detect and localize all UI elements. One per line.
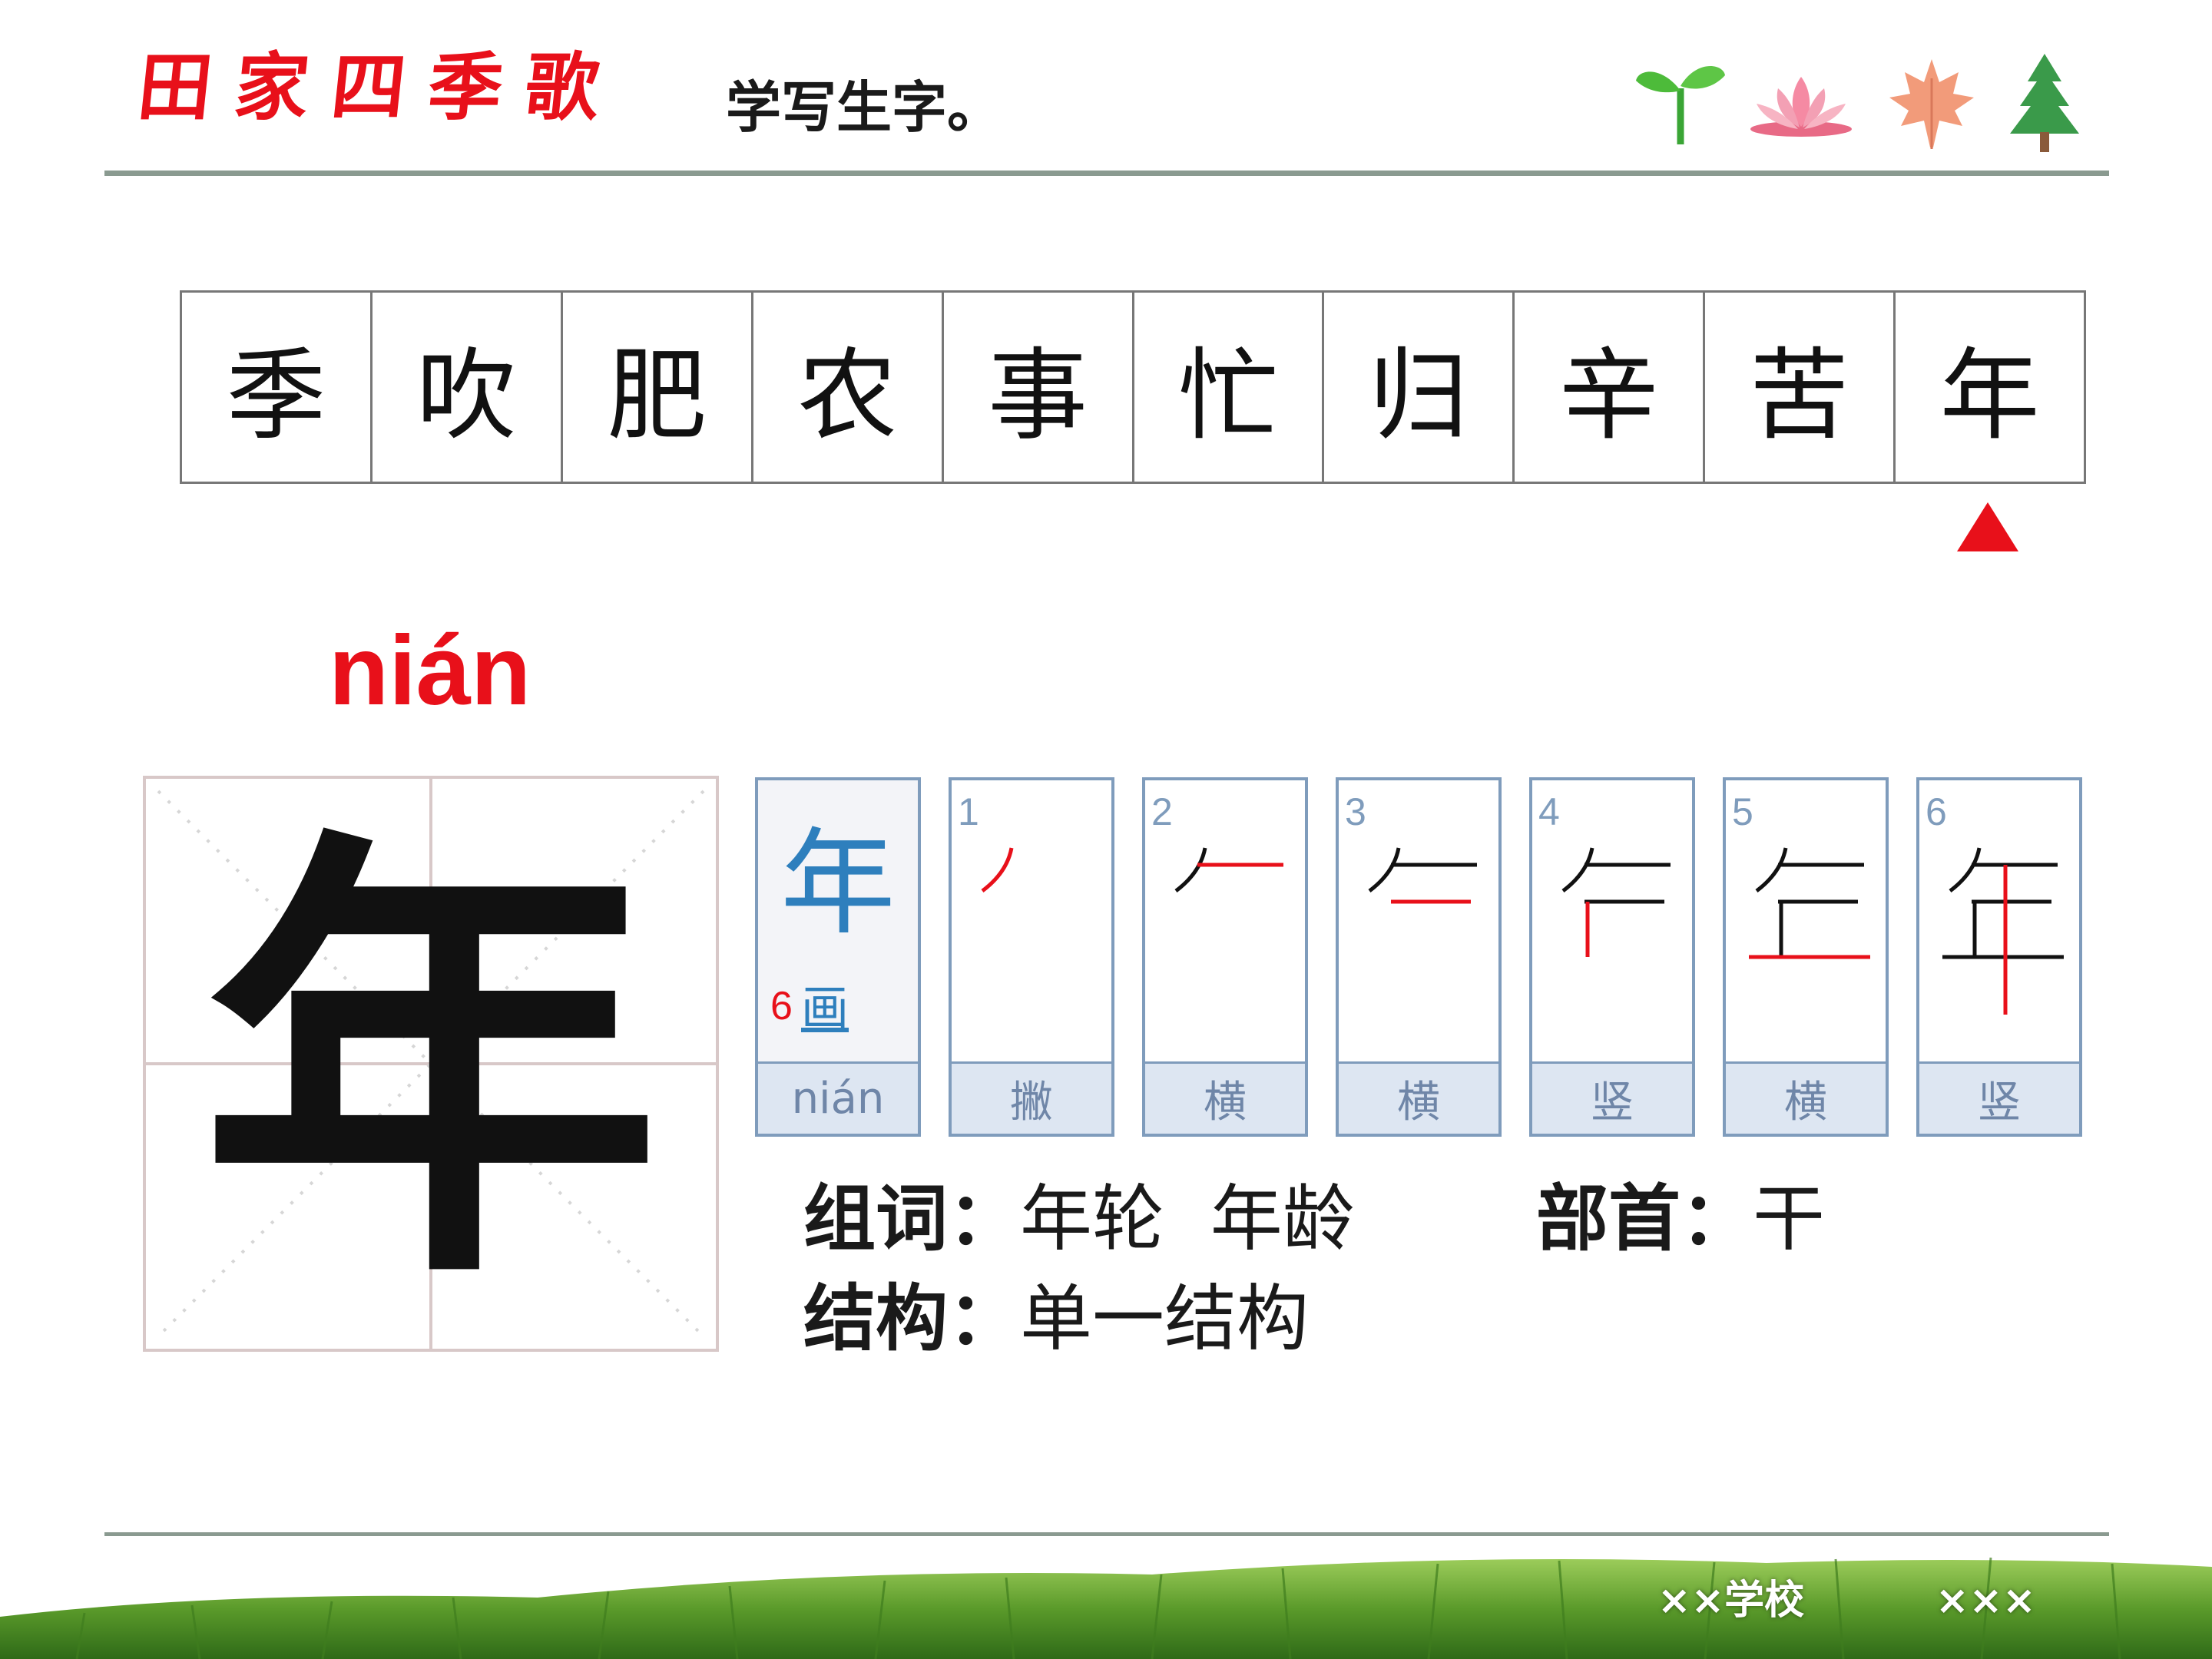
- info-pinyin: nián: [758, 1061, 918, 1134]
- strip-char[interactable]: 忙: [1134, 293, 1325, 482]
- stroke-name: 横: [1145, 1061, 1305, 1134]
- stroke-glyph: [1368, 847, 1477, 904]
- stroke-name: 竖: [1919, 1061, 2079, 1134]
- big-character: 年: [200, 793, 661, 1334]
- strip-char[interactable]: 季: [182, 293, 373, 482]
- stroke-glyph: [981, 847, 1014, 892]
- stroke-count: 6: [770, 984, 793, 1028]
- structure-value: 单一结构: [1020, 1277, 1310, 1361]
- footer-rule: [104, 1532, 2109, 1536]
- radical: 部首：干: [1536, 1183, 1825, 1256]
- lesson-subtitle: 学写生字。: [726, 75, 1003, 140]
- stroke-name: 撇: [952, 1061, 1111, 1134]
- character-info-card: 年 6 画 nián: [755, 777, 921, 1137]
- selected-marker-icon: [1957, 502, 2018, 551]
- structure-label: 结构：: [803, 1277, 1021, 1361]
- maple-leaf-icon: [1889, 59, 1974, 149]
- strip-char-selected[interactable]: 年: [1896, 293, 2084, 482]
- info-character: 年: [780, 817, 896, 951]
- word-combos-value: 年轮 年龄: [1020, 1177, 1355, 1261]
- stroke-count-label: 画: [801, 980, 849, 1036]
- lotus-icon: [1750, 77, 1852, 137]
- stroke-name: 竖: [1532, 1061, 1692, 1134]
- stroke-glyph: [1942, 847, 2064, 1015]
- radical-label: 部首：: [1536, 1177, 1753, 1261]
- stroke-name: 横: [1726, 1061, 1886, 1134]
- stroke-step-4: 4 竖: [1529, 777, 1695, 1137]
- strip-char[interactable]: 肥: [563, 293, 753, 482]
- strip-char[interactable]: 辛: [1515, 293, 1706, 482]
- structure: 结构：单一结构: [803, 1283, 1309, 1356]
- strip-char[interactable]: 苦: [1705, 293, 1896, 482]
- stroke-step-6: 6 竖: [1916, 777, 2082, 1137]
- stroke-glyph: [1749, 847, 1870, 959]
- stroke-step-3: 3 横: [1336, 777, 1502, 1137]
- footer-school: ××学校: [1657, 1578, 1805, 1624]
- stroke-step-5: 5 横: [1723, 777, 1889, 1137]
- radical-value: 干: [1753, 1177, 1826, 1261]
- footer-name: ×××: [1936, 1578, 2036, 1624]
- lesson-title: 田家四季歌: [134, 44, 627, 131]
- stroke-glyph: [1174, 847, 1283, 892]
- word-combos: 组词：年轮 年龄: [803, 1183, 1355, 1256]
- character-strip: 季 吹 肥 农 事 忙 归 辛 苦 年: [180, 290, 2086, 484]
- strip-char[interactable]: 农: [753, 293, 944, 482]
- grass-decoration: [0, 1557, 2212, 1659]
- header-rule: [104, 171, 2109, 176]
- stroke-glyph: [1561, 847, 1671, 957]
- strip-char[interactable]: 吹: [373, 293, 563, 482]
- pinyin: nián: [329, 616, 531, 726]
- stroke-name: 横: [1339, 1061, 1498, 1134]
- sprout-icon: [1636, 66, 1725, 144]
- word-combos-label: 组词：: [803, 1177, 1021, 1261]
- stroke-step-1: 1 撇: [949, 777, 1114, 1137]
- strip-char[interactable]: 归: [1324, 293, 1515, 482]
- pine-tree-icon: [2010, 54, 2079, 152]
- strip-char[interactable]: 事: [944, 293, 1134, 482]
- stroke-step-2: 2 横: [1142, 777, 1308, 1137]
